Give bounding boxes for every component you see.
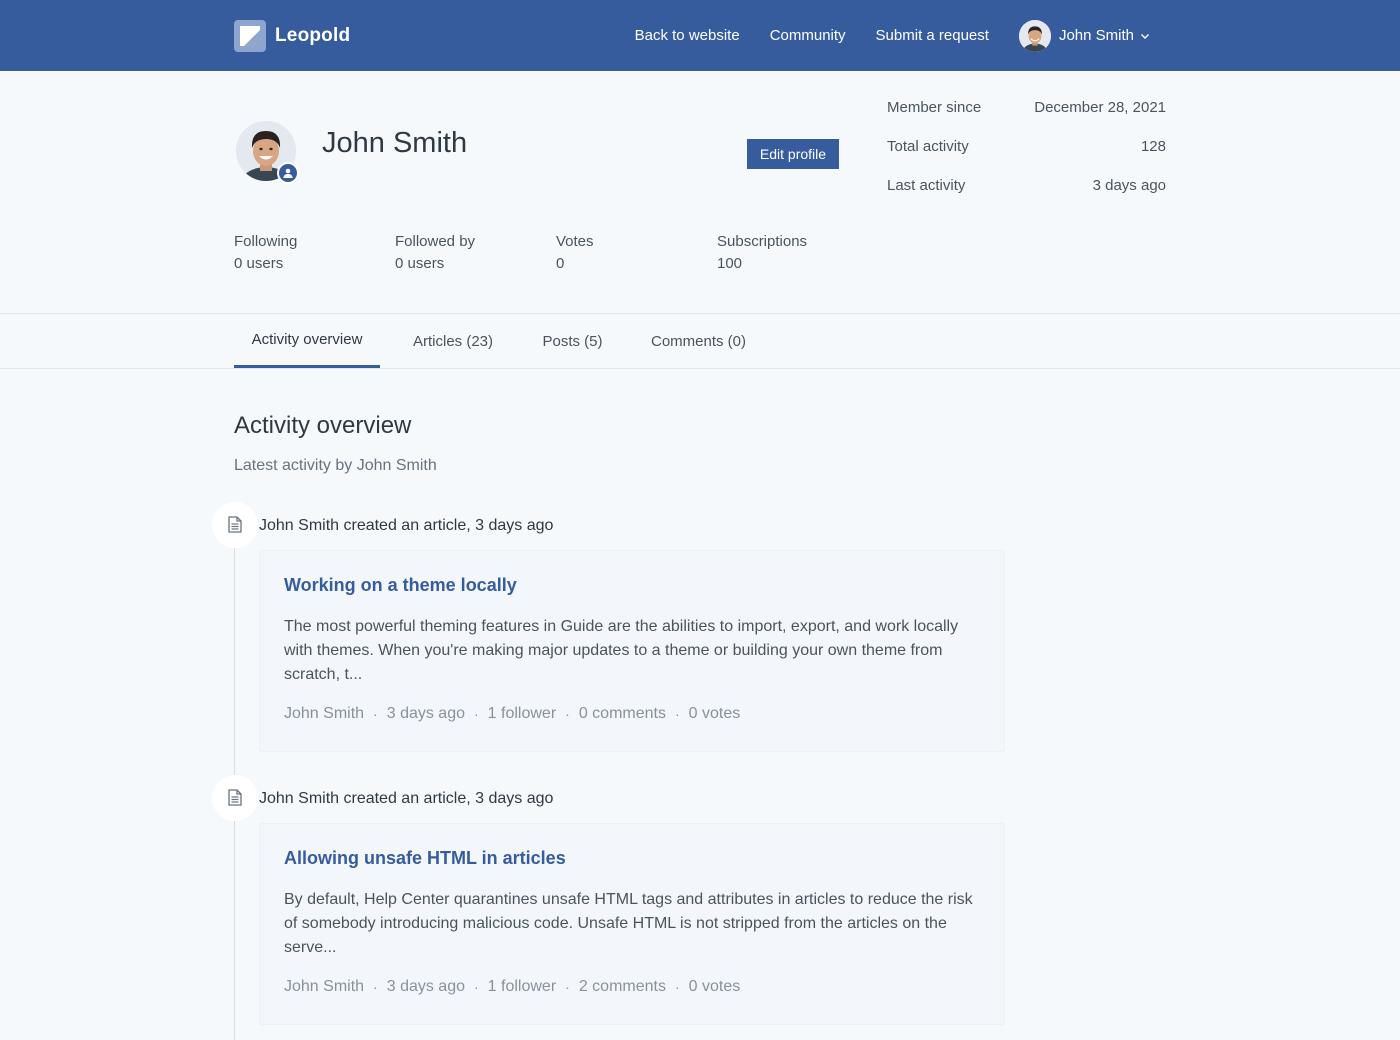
stat-followed-by: Followed by 0 users — [395, 231, 556, 275]
document-icon — [212, 775, 258, 821]
meta-separator: · — [565, 706, 570, 722]
article-excerpt: The most powerful theming features in Gu… — [284, 618, 959, 683]
article-votes: 0 votes — [688, 978, 741, 995]
meta-separator: · — [674, 979, 680, 995]
meta-label: Last activity — [887, 177, 966, 194]
article-title-link[interactable]: Allowing unsafe HTML in articles — [284, 848, 566, 869]
stat-label: Subscriptions — [717, 233, 808, 250]
meta-last-activity: Last activity 3 days ago — [887, 177, 1166, 216]
header-nav: Back to website Community Submit a reque… — [605, 0, 1150, 71]
article-followers: 1 follower — [487, 978, 557, 995]
activity-entry-headline: John Smith created an article, 3 days ag… — [259, 517, 554, 534]
meta-value: December 28, 2021 — [1034, 99, 1166, 116]
meta-label: Total activity — [887, 138, 969, 155]
nav-submit-request[interactable]: Submit a request — [876, 27, 989, 44]
activity-card: Allowing unsafe HTML in articles By defa… — [259, 823, 1005, 1025]
stat-subscriptions: Subscriptions 100 — [717, 231, 878, 275]
profile-tabs: Activity overview Articles (23) Posts (5… — [0, 314, 1400, 369]
meta-separator: · — [373, 706, 378, 722]
meta-separator: · — [674, 706, 680, 722]
meta-separator: · — [565, 979, 570, 995]
profile-stats: Following 0 users Followed by 0 users Vo… — [234, 231, 878, 275]
tab-posts[interactable]: Posts (5) — [527, 314, 618, 368]
document-icon — [212, 502, 258, 548]
tab-activity-overview[interactable]: Activity overview — [234, 314, 380, 368]
meta-label: Member since — [887, 99, 982, 116]
meta-member-since: Member since December 28, 2021 — [887, 99, 1166, 138]
profile-name: John Smith — [322, 127, 468, 159]
article-excerpt: By default, Help Center quarantines unsa… — [284, 891, 973, 956]
stat-following: Following 0 users — [234, 231, 395, 275]
activity-card: Working on a theme locally The most powe… — [259, 550, 1005, 752]
article-title-link[interactable]: Working on a theme locally — [284, 575, 517, 596]
article-comments: 2 comments — [578, 978, 666, 995]
stat-label: Following — [234, 233, 298, 250]
meta-separator: · — [373, 979, 378, 995]
user-menu-toggle[interactable]: John Smith — [1018, 19, 1150, 52]
user-avatar — [1018, 19, 1051, 52]
activity-subtitle: Latest activity by John Smith — [234, 457, 437, 474]
user-role-icon — [277, 162, 299, 184]
article-author: John Smith — [284, 978, 365, 995]
stat-votes: Votes 0 — [556, 231, 717, 275]
article-meta: John Smith · 3 days ago · 1 follower · 2… — [284, 978, 740, 996]
meta-value: 3 days ago — [1092, 177, 1166, 194]
article-date: 3 days ago — [386, 705, 465, 722]
meta-value: 128 — [1140, 138, 1166, 155]
meta-separator: · — [474, 979, 479, 995]
stat-value: 100 — [717, 255, 743, 272]
profile-header: John Smith Edit profile Member since Dec… — [0, 71, 1400, 314]
meta-separator: · — [474, 706, 479, 722]
article-meta: John Smith · 3 days ago · 1 follower · 0… — [284, 705, 740, 723]
nav-community[interactable]: Community — [770, 27, 846, 44]
activity-entry-headline: John Smith created an article, 3 days ag… — [259, 790, 554, 807]
edit-profile-button[interactable]: Edit profile — [747, 139, 839, 169]
top-navigation-bar: Leopold Back to website Community Submit… — [0, 0, 1400, 71]
stat-label: Followed by — [395, 233, 476, 250]
stat-value: 0 — [556, 255, 565, 272]
article-author: John Smith — [284, 705, 365, 722]
profile-meta: Member since December 28, 2021 Total act… — [887, 99, 1166, 216]
meta-total-activity: Total activity 128 — [887, 138, 1166, 177]
article-votes: 0 votes — [688, 705, 741, 722]
article-followers: 1 follower — [487, 705, 557, 722]
activity-title: Activity overview — [234, 412, 412, 439]
stat-value: 0 users — [395, 255, 445, 272]
article-comments: 0 comments — [578, 705, 666, 722]
user-menu-name: John Smith — [1058, 27, 1134, 44]
tab-articles[interactable]: Articles (23) — [396, 314, 510, 368]
chevron-down-icon — [1141, 33, 1149, 39]
stat-label: Votes — [556, 233, 594, 250]
brand-name: Leopold — [275, 25, 351, 46]
nav-back-to-website[interactable]: Back to website — [635, 27, 740, 44]
stat-value: 0 users — [234, 255, 284, 272]
article-date: 3 days ago — [386, 978, 465, 995]
tab-comments[interactable]: Comments (0) — [635, 314, 762, 368]
brand-home-link[interactable]: Leopold — [234, 20, 350, 52]
brand-logo-icon — [234, 20, 266, 52]
